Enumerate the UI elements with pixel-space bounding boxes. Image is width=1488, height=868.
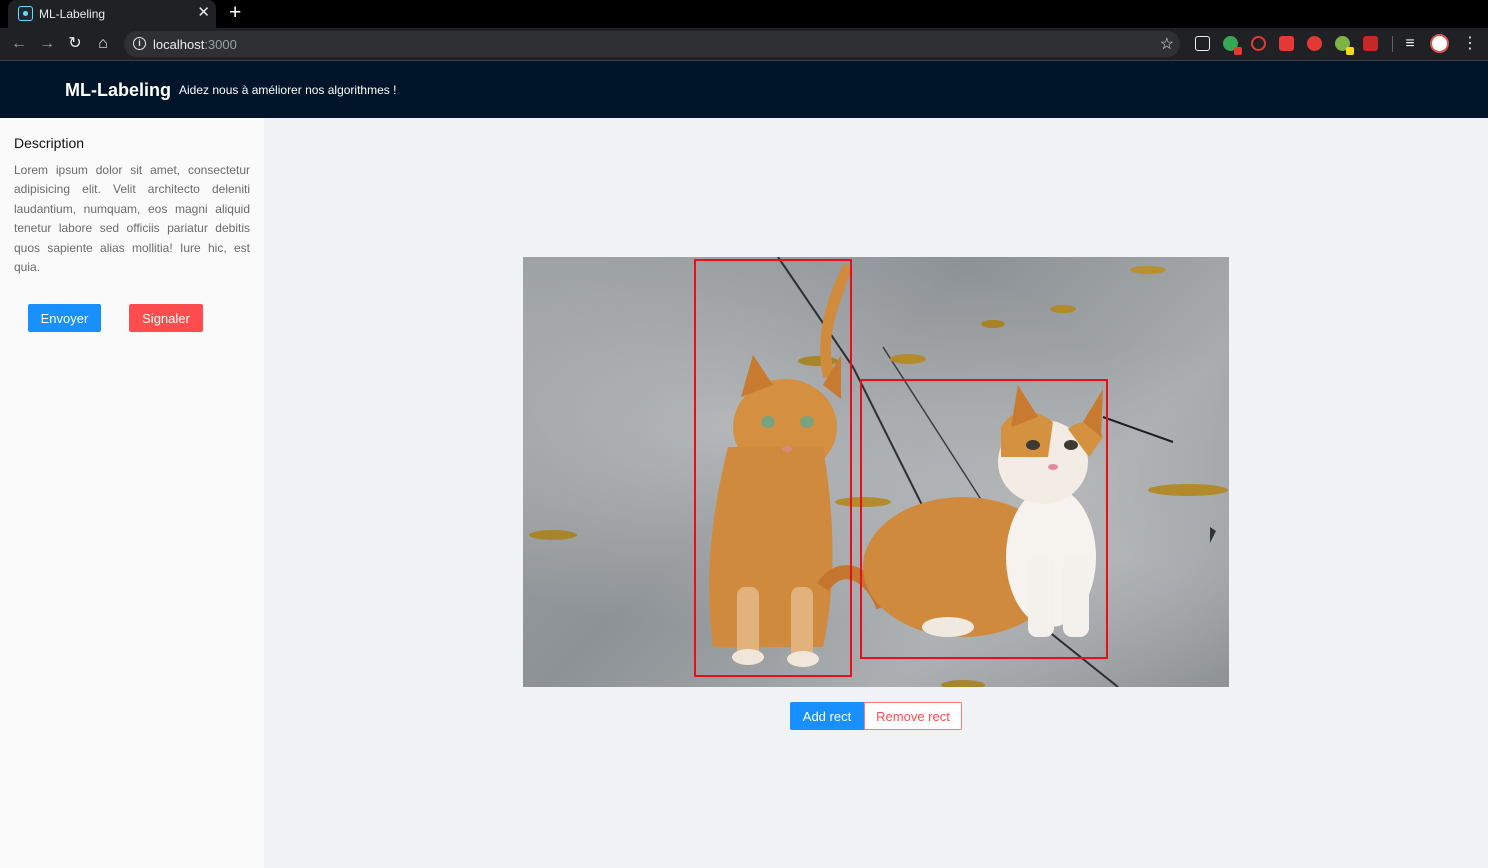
extension-block-icon[interactable] xyxy=(1251,36,1266,51)
sidebar: Description Lorem ipsum dolor sit amet, … xyxy=(0,118,264,868)
url-text[interactable]: localhost:3000 xyxy=(153,37,237,52)
app-tagline: Aidez nous à améliorer nos algorithmes ! xyxy=(179,83,397,97)
app-header: ML-Labeling Aidez nous à améliorer nos a… xyxy=(0,61,1488,118)
browser-tab[interactable]: ML-Labeling ✕ xyxy=(8,0,216,28)
extension-youtube-icon[interactable] xyxy=(1279,36,1294,51)
mouse-cursor-icon xyxy=(1210,527,1216,543)
labeling-image[interactable] xyxy=(523,257,1229,687)
extension-hand-icon[interactable] xyxy=(1307,36,1322,51)
url-host: localhost xyxy=(153,37,205,52)
report-button[interactable]: Signaler xyxy=(129,304,203,332)
tab-title: ML-Labeling xyxy=(39,7,106,21)
tab-close-icon[interactable]: ✕ xyxy=(197,4,210,22)
browser-toolbar: ← → ↻ ⌂ i localhost:3000 ☆ ≡ ⋮ xyxy=(0,28,1488,60)
extension-gift-icon[interactable] xyxy=(1363,36,1378,51)
remove-rect-button[interactable]: Remove rect xyxy=(864,702,962,730)
profile-avatar[interactable] xyxy=(1430,34,1449,53)
description-text: Lorem ipsum dolor sit amet, consectetur … xyxy=(14,163,250,275)
info-icon[interactable]: i xyxy=(133,37,146,50)
description-title: Description xyxy=(14,135,85,151)
bounding-box-sitting-cat[interactable] xyxy=(860,379,1108,659)
bounding-box-standing-cat[interactable] xyxy=(694,259,852,677)
bookmark-star-icon[interactable]: ☆ xyxy=(1160,34,1174,54)
media-queue-icon[interactable]: ≡ xyxy=(1399,33,1421,55)
new-tab-icon[interactable]: + xyxy=(229,2,241,24)
react-favicon-icon xyxy=(18,6,33,21)
extension-tools-icon[interactable] xyxy=(1335,36,1354,55)
url-port: :3000 xyxy=(204,37,237,52)
address-bar[interactable]: i localhost:3000 ☆ xyxy=(124,31,1180,57)
app-brand[interactable]: ML-Labeling xyxy=(65,80,171,101)
toolbar-divider xyxy=(1392,36,1393,52)
extension-green-icon[interactable] xyxy=(1223,36,1242,55)
kebab-menu-icon[interactable]: ⋮ xyxy=(1462,33,1478,53)
back-arrow-icon[interactable]: ← xyxy=(8,33,30,55)
reload-icon[interactable]: ↻ xyxy=(64,33,86,55)
home-icon[interactable]: ⌂ xyxy=(92,33,114,55)
browser-tabbar: ML-Labeling ✕ + xyxy=(0,0,1488,28)
forward-arrow-icon[interactable]: → xyxy=(36,33,58,55)
reader-mode-icon[interactable] xyxy=(1195,36,1210,51)
send-button[interactable]: Envoyer xyxy=(28,304,101,332)
add-rect-button[interactable]: Add rect xyxy=(790,702,864,730)
